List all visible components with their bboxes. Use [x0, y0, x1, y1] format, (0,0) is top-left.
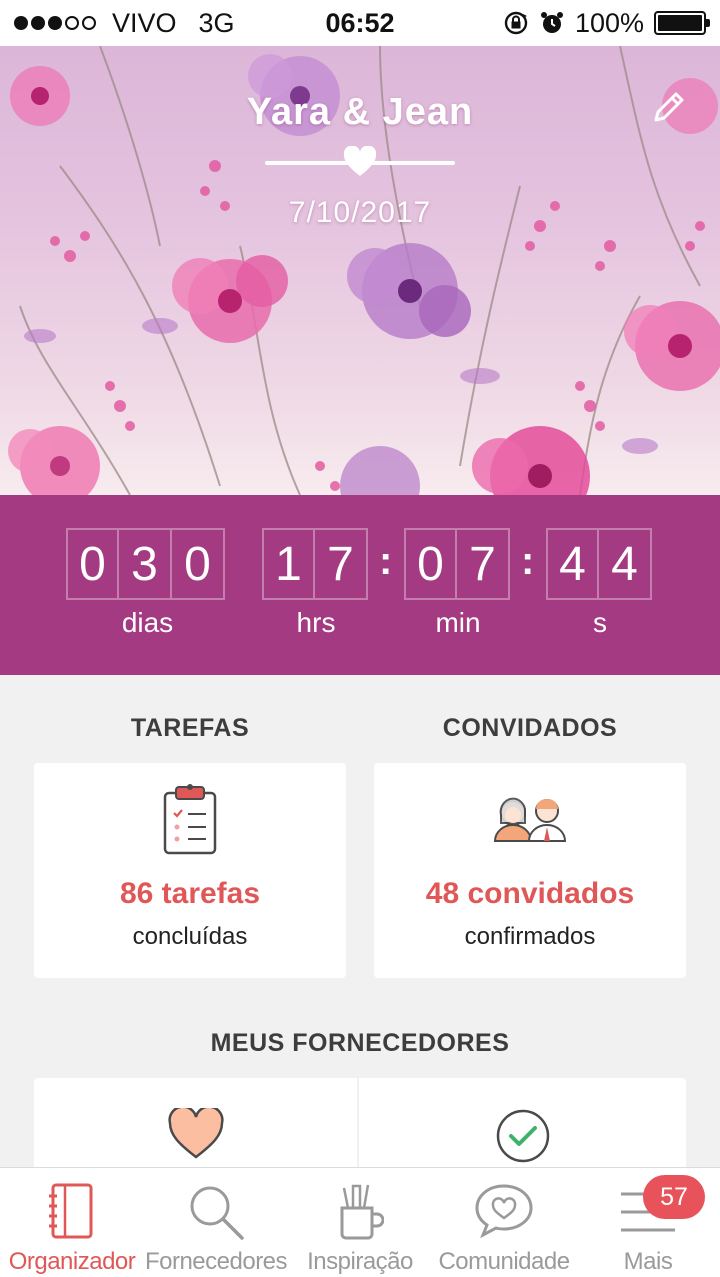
- hero-banner: Yara & Jean 7/10/2017: [0, 46, 720, 495]
- tab-label: Inspiração: [307, 1248, 413, 1275]
- flower-9: [340, 446, 420, 495]
- seconds-label: s: [593, 607, 607, 638]
- network-label: 3G: [198, 7, 235, 38]
- vendors-favorites-card[interactable]: [34, 1078, 357, 1178]
- hours-label: hrs: [296, 607, 336, 638]
- chat-heart-icon: [475, 1184, 533, 1238]
- flower-1: [172, 255, 288, 343]
- tab-comunidade[interactable]: Comunidade: [432, 1168, 576, 1277]
- heart-icon: [343, 146, 377, 176]
- tab-inspiracao[interactable]: Inspiração: [288, 1168, 432, 1277]
- flower-6: [472, 426, 590, 495]
- status-left: VIVO 3G: [14, 8, 235, 39]
- tasks-title: TAREFAS: [130, 714, 250, 742]
- battery-percent: 100%: [574, 7, 644, 38]
- tasks-count: 86 tarefas: [119, 877, 261, 910]
- countdown-hours: 1 7: [262, 528, 368, 600]
- rotation-lock-icon: [504, 11, 528, 35]
- days-digit: 0: [66, 528, 119, 600]
- countdown-separator: :: [521, 539, 535, 583]
- carrier-label: VIVO: [112, 7, 177, 38]
- tab-organizador[interactable]: Organizador: [0, 1168, 144, 1277]
- countdown-seconds: 4 4: [546, 528, 652, 600]
- battery-icon: [654, 11, 710, 35]
- minutes-label: min: [435, 607, 481, 638]
- days-digit: 0: [172, 528, 225, 600]
- vendors-hired-card[interactable]: [359, 1078, 686, 1178]
- wedding-date: 7/10/2017: [288, 196, 432, 229]
- days-digit: 3: [119, 528, 172, 600]
- tab-bar: Organizador Fornecedores Inspiração Comu…: [0, 1167, 720, 1277]
- flower-2: [347, 243, 471, 339]
- heart-outline-icon: [167, 1108, 224, 1159]
- alarm-icon: [540, 12, 563, 33]
- status-bar: VIVO 3G 06:52 100%: [0, 0, 720, 46]
- tab-label: Fornecedores: [144, 1248, 288, 1275]
- tab-label: Comunidade: [438, 1248, 570, 1275]
- pencil-cup-icon: [340, 1184, 384, 1240]
- hours-digit: 1: [262, 528, 315, 600]
- hours-digit: 7: [315, 528, 368, 600]
- guests-title: CONVIDADOS: [442, 714, 618, 742]
- guests-subtitle: confirmados: [464, 923, 596, 950]
- couple-names: Yara & Jean: [246, 91, 474, 133]
- clipboard-checklist-icon: [163, 784, 217, 855]
- guests-card[interactable]: 48 convidados confirmados: [374, 763, 686, 978]
- countdown-days: 0 3 0: [66, 528, 225, 600]
- edit-pencil-icon[interactable]: [648, 86, 690, 128]
- guests-couple-icon: [493, 797, 567, 842]
- countdown-separator: :: [379, 539, 393, 583]
- minutes-digit: 7: [457, 528, 510, 600]
- notebook-icon: [49, 1183, 93, 1239]
- flower-5: [8, 426, 100, 495]
- countdown-bar: 0 3 0 dias 1 7 hrs : 0 7 min : 4 4 s: [0, 495, 720, 675]
- tab-fornecedores[interactable]: Fornecedores: [144, 1168, 288, 1277]
- seconds-digit: 4: [599, 528, 652, 600]
- notification-badge: 57: [643, 1175, 705, 1219]
- search-icon: [190, 1186, 244, 1240]
- seconds-digit: 4: [546, 528, 599, 600]
- countdown-minutes: 0 7: [404, 528, 510, 600]
- guests-count: 48 convidados: [425, 877, 635, 910]
- check-circle-icon: [496, 1109, 549, 1163]
- signal-icon: [14, 16, 96, 30]
- vendors-title: MEUS FORNECEDORES: [210, 1029, 510, 1057]
- flower-4: [624, 301, 720, 391]
- tab-label: Mais: [623, 1248, 673, 1275]
- tasks-card[interactable]: 86 tarefas concluídas: [34, 763, 346, 978]
- minutes-digit: 0: [404, 528, 457, 600]
- tab-label: Organizador: [8, 1248, 136, 1275]
- days-label: dias: [121, 607, 174, 638]
- tasks-subtitle: concluídas: [132, 923, 248, 950]
- tab-mais[interactable]: Mais 57: [576, 1168, 720, 1277]
- status-right: 100%: [503, 7, 710, 39]
